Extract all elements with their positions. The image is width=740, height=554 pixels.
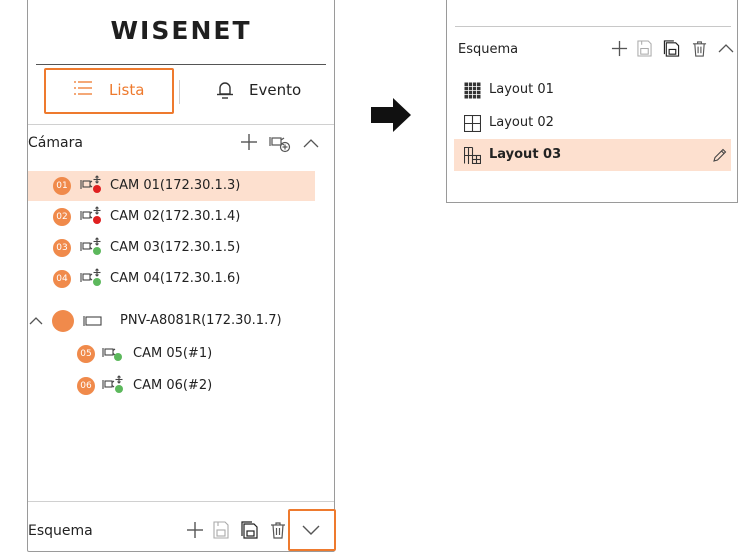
chevron-up-icon[interactable] — [718, 43, 734, 53]
camera-number-badge: 06 — [77, 377, 95, 395]
save-icon[interactable] — [637, 40, 652, 57]
camera-label: CAM 02(172.30.1.4) — [110, 209, 241, 224]
chevron-down-icon[interactable] — [302, 525, 320, 535]
camera-number-badge: 01 — [53, 177, 71, 195]
ptz-camera-icon — [80, 206, 101, 224]
ptz-camera-icon — [80, 175, 101, 193]
nvr-label: PNV-A8081R(172.30.1.7) — [120, 313, 282, 328]
list-icon — [74, 81, 92, 95]
camera-row-cam01[interactable]: 01 CAM 01(172.30.1.3) — [28, 171, 315, 201]
add-icon[interactable] — [240, 133, 258, 151]
divider — [28, 501, 334, 502]
divider — [36, 64, 326, 65]
schema-section-title: Esquema — [458, 42, 519, 57]
grid-custom-icon — [464, 147, 481, 164]
tab-list-label[interactable]: Lista — [109, 81, 144, 99]
save-icon[interactable] — [213, 521, 229, 539]
layout-label: Layout 03 — [489, 147, 562, 162]
schema-section-title: Esquema — [28, 523, 93, 539]
nvr-camera-icon — [83, 316, 102, 326]
camera-label: CAM 03(172.30.1.5) — [110, 240, 241, 255]
camera-number-badge: 05 — [77, 345, 95, 363]
camera-section-title: Cámara — [28, 135, 83, 151]
delete-icon[interactable] — [270, 521, 286, 539]
add-icon[interactable] — [611, 40, 628, 57]
camera-number-badge: 04 — [53, 270, 71, 288]
layout-item[interactable]: Layout 01 — [454, 74, 731, 106]
camera-panel: WISENET Lista Evento Cámara 01 CAM 01(17… — [27, 0, 336, 552]
layout-label: Layout 02 — [489, 115, 554, 130]
grid-16-icon — [464, 82, 481, 99]
camera-row-cam04[interactable]: 04 CAM 04(172.30.1.6) — [28, 264, 315, 294]
camera-row-cam06[interactable]: 06 CAM 06(#2) — [28, 371, 315, 401]
camera-row-cam02[interactable]: 02 CAM 02(172.30.1.4) — [28, 202, 315, 232]
layout-label: Layout 01 — [489, 82, 554, 97]
camera-label: CAM 01(172.30.1.3) — [110, 178, 241, 193]
camera-label: CAM 04(172.30.1.6) — [110, 271, 241, 286]
camera-number-badge: 03 — [53, 239, 71, 257]
grid-4-icon — [464, 115, 481, 132]
save-as-icon[interactable] — [241, 521, 258, 539]
schema-panel: Esquema Layout 01 Layout 02 Layout 03 — [446, 0, 738, 203]
nvr-status-dot — [52, 310, 74, 332]
layout-item-selected[interactable]: Layout 03 — [454, 139, 731, 171]
save-as-icon[interactable] — [663, 40, 680, 57]
delete-icon[interactable] — [692, 40, 707, 57]
tab-event-label[interactable]: Evento — [249, 81, 301, 99]
nvr-group-row[interactable]: PNV-A8081R(172.30.1.7) — [28, 306, 328, 336]
camera-row-cam05[interactable]: 05 CAM 05(#1) — [28, 339, 315, 369]
chevron-up-icon[interactable] — [303, 138, 319, 148]
pencil-icon[interactable] — [713, 148, 727, 162]
add-group-icon[interactable] — [269, 135, 291, 153]
camera-icon — [102, 348, 122, 361]
layout-item[interactable]: Layout 02 — [454, 107, 731, 139]
ptz-camera-icon — [80, 237, 101, 255]
camera-number-badge: 02 — [53, 208, 71, 226]
tab-divider — [179, 80, 180, 104]
ptz-camera-icon — [102, 375, 123, 393]
divider — [455, 26, 731, 27]
ptz-camera-icon — [80, 268, 101, 286]
camera-label: CAM 06(#2) — [133, 378, 213, 393]
camera-label: CAM 05(#1) — [133, 346, 213, 361]
bell-icon[interactable] — [216, 80, 234, 100]
add-icon[interactable] — [186, 521, 204, 539]
wisenet-logo: WISENET — [110, 16, 252, 45]
camera-row-cam03[interactable]: 03 CAM 03(172.30.1.5) — [28, 233, 315, 263]
arrow-right-icon — [371, 98, 411, 132]
chevron-up-icon[interactable] — [29, 316, 43, 325]
divider — [28, 124, 334, 125]
